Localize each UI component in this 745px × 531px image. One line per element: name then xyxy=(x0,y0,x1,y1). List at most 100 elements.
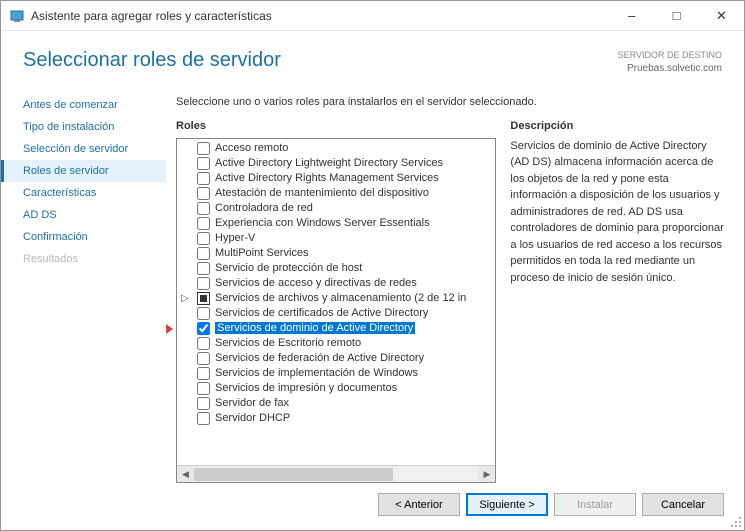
role-label[interactable]: Servicio de protección de host xyxy=(215,262,362,274)
role-row[interactable]: Servicio de protección de host xyxy=(177,261,495,276)
role-checkbox[interactable] xyxy=(197,202,210,215)
maximize-button[interactable]: □ xyxy=(654,1,699,31)
role-label[interactable]: Servicios de Escritorio remoto xyxy=(215,337,361,349)
role-row[interactable]: Atestación de mantenimiento del disposit… xyxy=(177,186,495,201)
role-checkbox[interactable] xyxy=(197,292,210,305)
roles-column: Roles Acceso remoto Active Directory Ligh… xyxy=(176,120,496,483)
role-checkbox[interactable] xyxy=(197,337,210,350)
nav-step-4[interactable]: Características xyxy=(1,182,166,204)
footer: < Anterior Siguiente > Instalar Cancelar xyxy=(1,483,744,530)
nav-step-1[interactable]: Tipo de instalación xyxy=(1,116,166,138)
role-checkbox[interactable] xyxy=(197,262,210,275)
role-checkbox[interactable] xyxy=(197,232,210,245)
nav-step-6[interactable]: Confirmación xyxy=(1,226,166,248)
roles-list[interactable]: Acceso remoto Active Directory Lightweigh… xyxy=(177,139,495,465)
scroll-track[interactable] xyxy=(194,466,478,482)
columns: Roles Acceso remoto Active Directory Ligh… xyxy=(166,120,744,483)
close-button[interactable]: ✕ xyxy=(699,1,744,31)
instruction-text: Seleccione uno o varios roles para insta… xyxy=(166,90,744,120)
role-row[interactable]: Active Directory Rights Management Servi… xyxy=(177,171,495,186)
role-label[interactable]: Servicios de federación de Active Direct… xyxy=(215,352,424,364)
destination-value: Pruebas.solvetic.com xyxy=(618,62,722,76)
role-checkbox[interactable] xyxy=(197,397,210,410)
resize-grip-icon[interactable] xyxy=(730,516,742,528)
role-row[interactable]: Controladora de red xyxy=(177,201,495,216)
role-checkbox[interactable] xyxy=(197,322,210,335)
nav-step-0[interactable]: Antes de comenzar xyxy=(1,94,166,116)
role-label[interactable]: Servicios de acceso y directivas de rede… xyxy=(215,277,417,289)
scroll-right-icon[interactable]: ▶ xyxy=(478,466,495,483)
role-row[interactable]: Servicios de implementación de Windows xyxy=(177,366,495,381)
role-checkbox[interactable] xyxy=(197,187,210,200)
role-label[interactable]: Servidor de fax xyxy=(215,397,289,409)
expand-icon[interactable]: ▷ xyxy=(181,293,189,304)
scroll-left-icon[interactable]: ◀ xyxy=(177,466,194,483)
role-label[interactable]: MultiPoint Services xyxy=(215,247,309,259)
description-column: Descripción Servicios de dominio de Acti… xyxy=(510,120,724,483)
titlebar: Asistente para agregar roles y caracterí… xyxy=(1,1,744,31)
role-label[interactable]: Servicios de certificados de Active Dire… xyxy=(215,307,428,319)
role-label[interactable]: Controladora de red xyxy=(215,202,313,214)
role-row[interactable]: Servidor DHCP xyxy=(177,411,495,426)
roles-header: Roles xyxy=(176,120,496,132)
cancel-button[interactable]: Cancelar xyxy=(642,493,724,516)
role-row[interactable]: Active Directory Lightweight Directory S… xyxy=(177,156,495,171)
install-button[interactable]: Instalar xyxy=(554,493,636,516)
role-checkbox[interactable] xyxy=(197,367,210,380)
previous-button[interactable]: < Anterior xyxy=(378,493,460,516)
role-label[interactable]: Active Directory Lightweight Directory S… xyxy=(215,157,443,169)
role-checkbox[interactable] xyxy=(197,157,210,170)
role-row[interactable]: Servicios de federación de Active Direct… xyxy=(177,351,495,366)
role-row[interactable]: Servicios de impresión y documentos xyxy=(177,381,495,396)
role-checkbox[interactable] xyxy=(197,217,210,230)
role-checkbox[interactable] xyxy=(197,307,210,320)
role-label[interactable]: Experiencia con Windows Server Essential… xyxy=(215,217,430,229)
role-label[interactable]: Hyper-V xyxy=(215,232,255,244)
wizard-nav: Antes de comenzarTipo de instalaciónSele… xyxy=(1,84,166,483)
role-label[interactable]: Servicios de dominio de Active Directory xyxy=(215,322,415,334)
window-controls: – □ ✕ xyxy=(609,1,744,31)
role-label[interactable]: Servidor DHCP xyxy=(215,412,290,424)
role-label[interactable]: Atestación de mantenimiento del disposit… xyxy=(215,187,429,199)
minimize-button[interactable]: – xyxy=(609,1,654,31)
role-label[interactable]: Servicios de archivos y almacenamiento (… xyxy=(215,292,466,304)
role-row[interactable]: Acceso remoto xyxy=(177,141,495,156)
nav-step-5[interactable]: AD DS xyxy=(1,204,166,226)
role-checkbox[interactable] xyxy=(197,277,210,290)
destination-label: SERVIDOR DE DESTINO xyxy=(618,49,722,62)
header: Seleccionar roles de servidor SERVIDOR D… xyxy=(1,31,744,84)
annotation-arrow-icon xyxy=(166,322,173,336)
nav-step-2[interactable]: Selección de servidor xyxy=(1,138,166,160)
nav-step-3[interactable]: Roles de servidor xyxy=(1,160,166,182)
app-icon xyxy=(9,8,25,24)
roles-listbox: Acceso remoto Active Directory Lightweigh… xyxy=(176,138,496,483)
wizard-window: Asistente para agregar roles y caracterí… xyxy=(0,0,745,531)
next-button[interactable]: Siguiente > xyxy=(466,493,548,516)
destination-server: SERVIDOR DE DESTINO Pruebas.solvetic.com xyxy=(618,49,722,76)
role-row[interactable]: MultiPoint Services xyxy=(177,246,495,261)
role-row[interactable]: ▷ Servicios de archivos y almacenamiento … xyxy=(177,291,495,306)
role-checkbox[interactable] xyxy=(197,412,210,425)
role-row[interactable]: Experiencia con Windows Server Essential… xyxy=(177,216,495,231)
role-row[interactable]: Hyper-V xyxy=(177,231,495,246)
role-label[interactable]: Servicios de impresión y documentos xyxy=(215,382,397,394)
role-row[interactable]: Servicios de certificados de Active Dire… xyxy=(177,306,495,321)
role-checkbox[interactable] xyxy=(197,142,210,155)
role-row[interactable]: Servicios de acceso y directivas de rede… xyxy=(177,276,495,291)
role-checkbox[interactable] xyxy=(197,352,210,365)
scroll-thumb[interactable] xyxy=(194,468,393,481)
role-row[interactable]: Servidor de fax xyxy=(177,396,495,411)
role-checkbox[interactable] xyxy=(197,172,210,185)
role-checkbox[interactable] xyxy=(197,382,210,395)
role-row[interactable]: Servicios de dominio de Active Directory xyxy=(177,321,495,336)
role-label[interactable]: Acceso remoto xyxy=(215,142,288,154)
role-row[interactable]: Servicios de Escritorio remoto xyxy=(177,336,495,351)
role-label[interactable]: Active Directory Rights Management Servi… xyxy=(215,172,439,184)
window-title: Asistente para agregar roles y caracterí… xyxy=(31,9,609,23)
page-title: Seleccionar roles de servidor xyxy=(23,49,281,72)
horizontal-scrollbar[interactable]: ◀ ▶ xyxy=(177,465,495,482)
role-checkbox[interactable] xyxy=(197,247,210,260)
description-header: Descripción xyxy=(510,120,724,132)
role-label[interactable]: Servicios de implementación de Windows xyxy=(215,367,418,379)
main-content: Seleccione uno o varios roles para insta… xyxy=(166,84,744,483)
